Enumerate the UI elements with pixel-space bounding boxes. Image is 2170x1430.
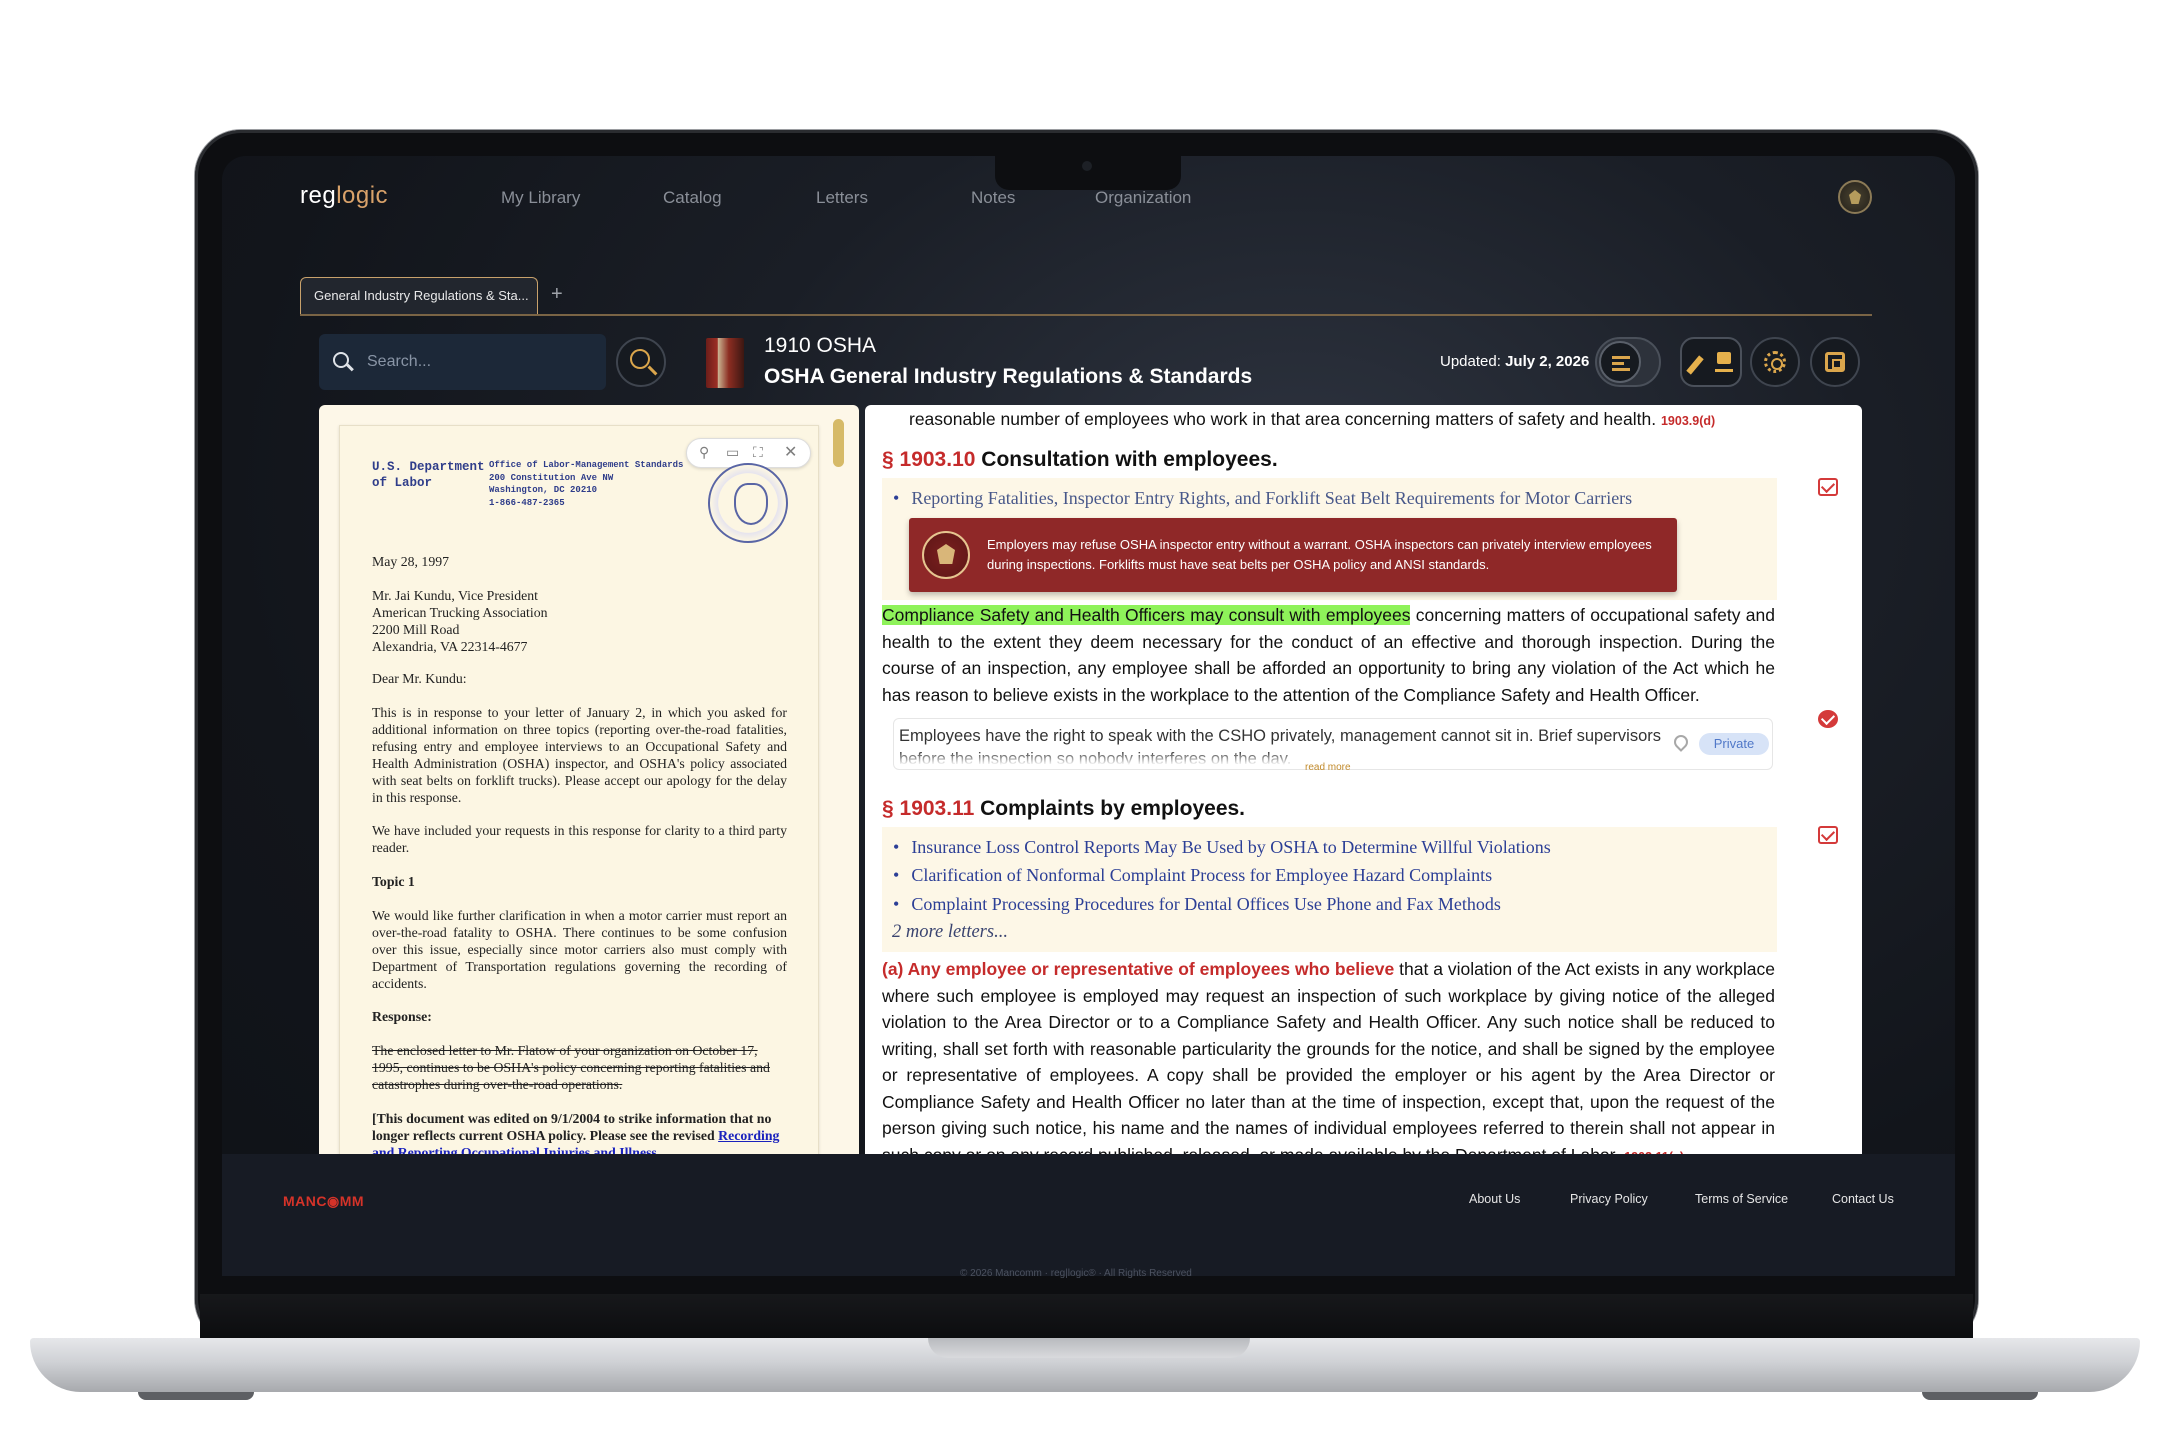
highlighter-icon: [1717, 352, 1731, 364]
footer-terms-link[interactable]: Terms of Service: [1695, 1192, 1788, 1206]
section-number[interactable]: § 1903.10: [882, 448, 975, 471]
ai-summary-card: Employers may refuse OSHA inspector entr…: [909, 518, 1677, 592]
expand-icon: [1825, 352, 1845, 372]
letter-recipient: Mr. Jai Kundu, Vice President American T…: [372, 588, 548, 654]
outline-list-icon: [1599, 341, 1641, 383]
letter-paragraph-2: We have included your requests in this r…: [372, 823, 787, 855]
nav-my-library[interactable]: My Library: [501, 188, 580, 208]
copyright-text: © 2026 Mancomm · reg|logic® · All Rights…: [960, 1268, 1192, 1279]
regulation-carryover-text: reasonable number of employees who work …: [909, 406, 1715, 435]
nav-notes[interactable]: Notes: [971, 188, 1015, 208]
section-number[interactable]: § 1903.11: [882, 797, 974, 820]
laptop-foot: [1922, 1392, 2038, 1400]
ai-summary-text: Employers may refuse OSHA inspector entr…: [987, 537, 1652, 572]
letter-salutation: Dear Mr. Kundu:: [372, 671, 467, 686]
annotate-button[interactable]: [1680, 337, 1742, 387]
read-more-link[interactable]: read more: [1305, 762, 1351, 773]
letter-response-heading: Response:: [372, 1009, 432, 1024]
bookmark-icon[interactable]: [1818, 478, 1838, 496]
related-letter-link[interactable]: Complaint Processing Procedures for Dent…: [893, 894, 1501, 915]
section-heading-1903-11: § 1903.11 Complaints by employees.: [882, 797, 1245, 821]
note-indicator-icon[interactable]: [1818, 710, 1838, 728]
footer: [222, 1154, 1955, 1276]
nav-organization[interactable]: Organization: [1095, 188, 1191, 208]
outline-toggle[interactable]: [1595, 337, 1661, 387]
paragraph-label: (a) Any employee or representative of em…: [882, 959, 1395, 979]
highlighted-text[interactable]: Compliance Safety and Health Officers ma…: [882, 605, 1411, 625]
document-code: 1910 OSHA: [764, 334, 877, 357]
pen-icon: [1686, 355, 1704, 375]
nav-catalog[interactable]: Catalog: [663, 188, 722, 208]
laptop-foot: [138, 1392, 254, 1400]
search-input[interactable]: [367, 348, 587, 376]
close-icon[interactable]: ✕: [784, 442, 797, 462]
focus-icon[interactable]: ⛶: [753, 444, 763, 461]
laptop-opening-notch: [928, 1338, 1250, 1358]
reference-tag[interactable]: 1903.9(d): [1661, 414, 1715, 428]
pin-icon[interactable]: ⚲: [699, 444, 709, 461]
pin-icon[interactable]: [1671, 732, 1691, 752]
private-badge: Private: [1699, 733, 1769, 755]
document-tab-active[interactable]: General Industry Regulations & Sta...: [300, 277, 538, 315]
nav-letters[interactable]: Letters: [816, 188, 868, 208]
fullscreen-button[interactable]: [1810, 337, 1860, 387]
updated-value: July 2, 2026: [1505, 353, 1590, 370]
letter-date: May 28, 1997: [372, 554, 450, 569]
laptop-hinge: [200, 1294, 1973, 1342]
letter-paragraph-3: We would like further clarification in w…: [372, 908, 787, 991]
settings-button[interactable]: [1750, 337, 1800, 387]
mancomm-logo[interactable]: MANC◉MM: [283, 1193, 364, 1210]
letter-paragraph-1: This is in response to your letter of Ja…: [372, 705, 787, 805]
gear-icon: [1764, 351, 1786, 373]
logo-text-accent: logic: [336, 182, 389, 209]
camera-icon: [1082, 161, 1092, 171]
eagle-emblem-icon: [922, 531, 970, 579]
split-view-icon[interactable]: ▭: [726, 444, 739, 461]
document-title: OSHA General Industry Regulations & Stan…: [764, 365, 1253, 388]
reglogic-logo[interactable]: reglogic: [300, 182, 388, 210]
footer-contact-link[interactable]: Contact Us: [1832, 1192, 1894, 1206]
magnifier-sparkle-icon: [630, 349, 650, 369]
related-letter-link[interactable]: Reporting Fatalities, Inspector Entry Ri…: [893, 488, 1632, 509]
section-title: Complaints by employees.: [980, 797, 1246, 820]
search-icon: [333, 352, 349, 368]
section-heading-1903-10: § 1903.10 Consultation with employees.: [882, 448, 1278, 472]
updated-date: Updated: July 2, 2026: [1440, 353, 1589, 370]
section-title: Consultation with employees.: [981, 448, 1278, 471]
bookmark-icon[interactable]: [1818, 826, 1838, 844]
add-tab-button[interactable]: +: [551, 283, 563, 306]
letter-office-address: Office of Labor-Management Standards 200…: [489, 460, 684, 508]
account-seal-icon[interactable]: [1838, 180, 1872, 214]
letter-department: U.S. Department of Labor: [372, 460, 485, 490]
footer-about-link[interactable]: About Us: [1469, 1192, 1520, 1206]
note-text: Employees have the right to speak with t…: [899, 727, 1661, 765]
letter-struck-text: The enclosed letter to Mr. Flatow of you…: [372, 1043, 770, 1092]
edit-note-text: [This document was edited on 9/1/2004 to…: [372, 1111, 772, 1143]
laptop-mockup: reglogic My Library Catalog Letters Note…: [0, 0, 2170, 1430]
section-body-1903-10: Compliance Safety and Health Officers ma…: [882, 602, 1775, 708]
paragraph-1903-11-a: (a) Any employee or representative of em…: [882, 956, 1775, 1170]
paragraph-text: that a violation of the Act exists in an…: [882, 959, 1775, 1165]
document-cover-icon: [706, 338, 744, 388]
carryover-text: reasonable number of employees who work …: [909, 409, 1657, 429]
dol-seal-icon: [708, 463, 788, 543]
footer-privacy-link[interactable]: Privacy Policy: [1570, 1192, 1648, 1206]
letter-topic-heading: Topic 1: [372, 874, 415, 889]
smart-search-button[interactable]: [616, 337, 666, 387]
related-letter-link[interactable]: Insurance Loss Control Reports May Be Us…: [893, 837, 1550, 858]
logo-text: reg: [300, 182, 337, 209]
related-letter-link[interactable]: Clarification of Nonformal Complaint Pro…: [893, 865, 1492, 886]
search-box: [319, 334, 606, 390]
letter-scrollbar[interactable]: [833, 419, 844, 467]
updated-label: Updated:: [1440, 353, 1501, 370]
more-letters-link[interactable]: 2 more letters...: [892, 922, 1008, 943]
tab-divider: [300, 314, 1872, 316]
